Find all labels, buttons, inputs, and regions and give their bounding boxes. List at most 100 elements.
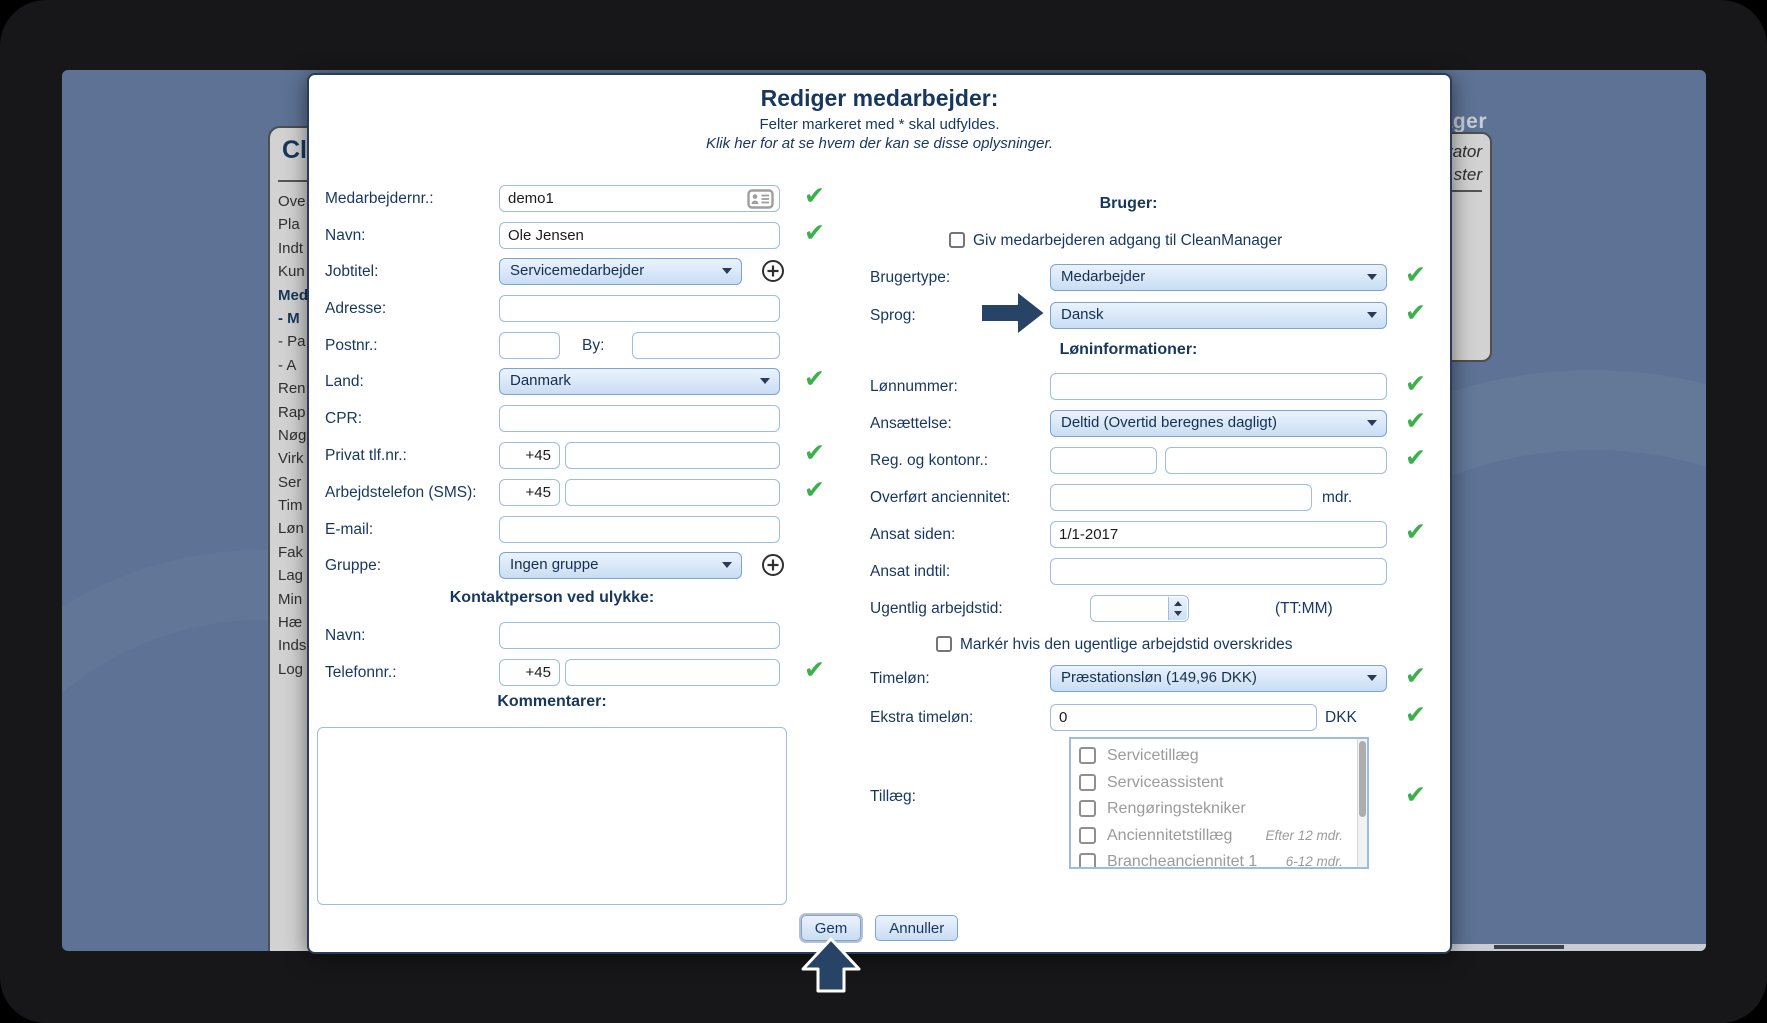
address-input[interactable]	[499, 295, 780, 322]
step-down-icon[interactable]	[1174, 610, 1182, 616]
valid-check-icon: ✔	[1405, 518, 1426, 546]
address-label: Adresse:	[325, 300, 387, 317]
add-group-button[interactable]	[761, 553, 785, 577]
list-item[interactable]: Rengøringstekniker	[1071, 796, 1355, 822]
bank-account-input[interactable]	[1165, 447, 1387, 474]
salary-number-input[interactable]	[1050, 373, 1387, 400]
salary-number-label: Lønnummer:	[870, 378, 958, 395]
email-label: E-mail:	[325, 521, 374, 538]
extra-wage-input[interactable]	[1050, 704, 1317, 731]
valid-check-icon: ✔	[1405, 370, 1426, 398]
work-phone-label: Arbejdstelefon (SMS):	[325, 484, 477, 501]
supplement-checkbox[interactable]	[1079, 800, 1096, 817]
list-item[interactable]: Servicetillæg	[1071, 743, 1355, 769]
valid-check-icon: ✔	[1405, 781, 1426, 809]
valid-check-icon: ✔	[804, 656, 825, 684]
group-value: Ingen gruppe	[510, 556, 599, 573]
cpr-label: CPR:	[325, 410, 363, 427]
supplement-note: 6-12 mdr.	[1285, 854, 1343, 869]
contact-phone-prefix-input[interactable]	[499, 659, 560, 686]
list-item[interactable]: Serviceassistent	[1071, 770, 1355, 796]
contact-name-input[interactable]	[499, 622, 780, 649]
name-label: Navn:	[325, 227, 366, 244]
valid-check-icon: ✔	[804, 476, 825, 504]
cpr-input[interactable]	[499, 405, 780, 432]
grant-access-checkbox[interactable]	[949, 232, 965, 248]
contact-card-icon[interactable]	[747, 189, 774, 214]
supplement-checkbox[interactable]	[1079, 773, 1096, 791]
overtime-flag-checkbox[interactable]	[936, 636, 952, 652]
list-item[interactable]: Anciennitetstillæg Efter 12 mdr.	[1071, 823, 1355, 849]
add-jobtitle-button[interactable]	[761, 259, 785, 283]
supplement-checkbox[interactable]	[1079, 747, 1096, 764]
valid-check-icon: ✔	[1405, 444, 1426, 472]
extra-wage-unit: DKK	[1325, 709, 1357, 726]
supplement-label: Anciennitetstillæg	[1107, 826, 1233, 844]
email-input[interactable]	[499, 516, 780, 543]
valid-check-icon: ✔	[1405, 701, 1426, 729]
sidebar-logo-fragment: Cl	[282, 136, 307, 164]
valid-check-icon: ✔	[1405, 662, 1426, 690]
valid-check-icon: ✔	[804, 365, 825, 393]
step-up-icon[interactable]	[1174, 601, 1182, 607]
chevron-down-icon	[1367, 274, 1377, 280]
employment-select[interactable]: Deltid (Overtid beregnes dagligt)	[1050, 410, 1387, 437]
chevron-down-icon	[1367, 312, 1377, 318]
supplement-checkbox[interactable]	[1079, 826, 1096, 844]
supplement-label: Servicetillæg	[1107, 747, 1199, 764]
valid-check-icon: ✔	[1405, 299, 1426, 327]
edit-employee-dialog: Rediger medarbejder: Felter markeret med…	[307, 73, 1452, 954]
weekly-hours-stepper[interactable]	[1168, 597, 1187, 620]
bank-account-label: Reg. og kontonr.:	[870, 452, 989, 469]
group-select[interactable]: Ingen gruppe	[499, 552, 742, 579]
cancel-button[interactable]: Annuller	[875, 915, 959, 941]
scrollbar-thumb[interactable]	[1359, 741, 1366, 817]
supplements-listbox[interactable]: Servicetillæg Serviceassistent Rengøring…	[1069, 737, 1369, 869]
contact-name-label: Navn:	[325, 627, 366, 644]
zip-label: Postnr.:	[325, 337, 378, 354]
comments-textarea[interactable]	[317, 727, 787, 905]
work-phone-prefix-input[interactable]	[499, 479, 560, 506]
supplement-label: Serviceassistent	[1107, 773, 1224, 791]
country-select[interactable]: Danmark	[499, 368, 780, 395]
list-item[interactable]: Brancheanciennitet 1 6-12 mdr.	[1071, 849, 1355, 869]
chevron-down-icon	[722, 562, 732, 568]
jobtitle-value: Servicemedarbejder	[510, 262, 645, 279]
jobtitle-select[interactable]: Servicemedarbejder	[499, 258, 742, 285]
employee-number-input[interactable]	[499, 185, 780, 212]
usertype-select[interactable]: Medarbejder	[1050, 264, 1387, 291]
listbox-scrollbar[interactable]	[1357, 739, 1367, 867]
language-select[interactable]: Dansk	[1050, 302, 1387, 329]
privacy-link[interactable]: Klik her for at se hvem der kan se disse…	[309, 135, 1450, 152]
hourly-wage-select[interactable]: Præstationsløn (149,96 DKK)	[1050, 665, 1387, 692]
country-value: Danmark	[510, 372, 571, 389]
bank-reg-input[interactable]	[1050, 447, 1157, 474]
employment-value: Deltid (Overtid beregnes dagligt)	[1061, 414, 1277, 431]
name-input[interactable]	[499, 222, 780, 249]
zip-input[interactable]	[499, 332, 560, 359]
private-phone-input[interactable]	[565, 442, 780, 469]
weekly-hours-label: Ugentlig arbejdstid:	[870, 600, 1003, 617]
hourly-wage-label: Timeløn:	[870, 670, 930, 687]
salary-section-header: Løninformationer:	[1059, 341, 1198, 358]
hired-until-input[interactable]	[1050, 558, 1387, 585]
city-input[interactable]	[632, 332, 780, 359]
page-fragment	[1494, 945, 1564, 949]
work-phone-input[interactable]	[565, 479, 780, 506]
contact-phone-input[interactable]	[565, 659, 780, 686]
hired-until-label: Ansat indtil:	[870, 563, 951, 580]
seniority-unit: mdr.	[1322, 489, 1353, 506]
seniority-label: Overført anciennitet:	[870, 489, 1011, 506]
country-label: Land:	[325, 373, 364, 390]
weekly-hours-unit: (TT:MM)	[1275, 600, 1333, 617]
employee-number-label: Medarbejdernr.:	[325, 190, 434, 207]
supplement-checkbox[interactable]	[1079, 853, 1096, 867]
user-section-header: Bruger:	[1099, 195, 1158, 212]
hourly-wage-value: Præstationsløn (149,96 DKK)	[1061, 669, 1257, 686]
private-phone-prefix-input[interactable]	[499, 442, 560, 469]
seniority-input[interactable]	[1050, 484, 1312, 511]
chevron-down-icon	[1367, 675, 1377, 681]
comments-header: Kommentarer:	[497, 693, 607, 710]
hired-since-input[interactable]	[1050, 521, 1387, 548]
usertype-label: Brugertype:	[870, 269, 951, 286]
